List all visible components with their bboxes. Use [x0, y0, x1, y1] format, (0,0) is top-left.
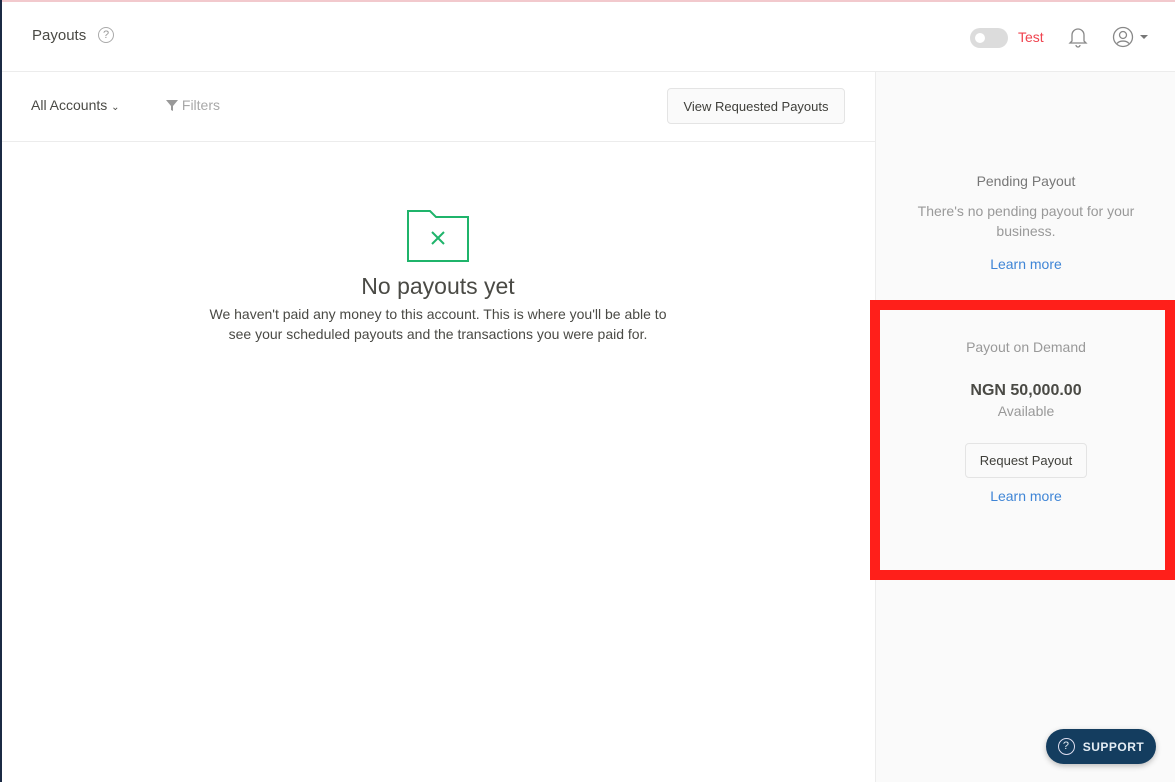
request-payout-button[interactable]: Request Payout	[965, 443, 1087, 478]
pending-payout-section: Pending Payout There's no pending payout…	[876, 173, 1175, 272]
empty-state-description: We haven't paid any money to this accoun…	[209, 306, 667, 342]
filter-icon	[166, 100, 178, 111]
user-menu-caret-icon[interactable]	[1140, 35, 1148, 39]
accounts-label: All Accounts	[31, 97, 108, 113]
page-title: Payouts	[32, 27, 87, 44]
user-avatar-icon[interactable]	[1112, 26, 1134, 48]
payout-on-demand-title: Payout on Demand	[966, 339, 1086, 355]
pending-payout-text: There's no pending payout for your busin…	[917, 203, 1135, 239]
empty-state-title: No payouts yet	[361, 273, 515, 299]
page-header: Payouts ? Test	[2, 2, 1175, 72]
toolbar: All Accounts ⌄ Filters View Requested Pa…	[2, 72, 875, 142]
empty-folder-icon	[407, 210, 469, 262]
chevron-down-icon: ⌄	[111, 102, 120, 113]
test-mode-label: Test	[1018, 29, 1044, 45]
payout-on-demand-section: Payout on Demand NGN 50,000.00 Available…	[876, 339, 1175, 504]
support-button[interactable]: ? SUPPORT	[1046, 729, 1156, 764]
view-requested-payouts-button[interactable]: View Requested Payouts	[667, 88, 845, 124]
pending-payout-title: Pending Payout	[976, 173, 1076, 189]
help-icon[interactable]: ?	[98, 27, 114, 43]
pending-learn-more-link[interactable]: Learn more	[876, 256, 1175, 272]
empty-state: No payouts yet We haven't paid any money…	[200, 210, 676, 344]
support-label: SUPPORT	[1082, 739, 1145, 754]
sidebar: Pending Payout There's no pending payout…	[875, 72, 1175, 782]
help-circle-icon: ?	[1057, 738, 1075, 755]
filters-label: Filters	[181, 97, 221, 113]
filters-button[interactable]: Filters	[166, 97, 220, 113]
available-amount: NGN 50,000.00	[970, 382, 1082, 399]
accounts-dropdown[interactable]: All Accounts ⌄	[31, 97, 120, 113]
available-label: Available	[997, 403, 1055, 419]
bell-icon[interactable]	[1068, 26, 1088, 48]
test-mode-toggle[interactable]	[970, 28, 1008, 48]
on-demand-learn-more-link[interactable]: Learn more	[876, 488, 1175, 504]
